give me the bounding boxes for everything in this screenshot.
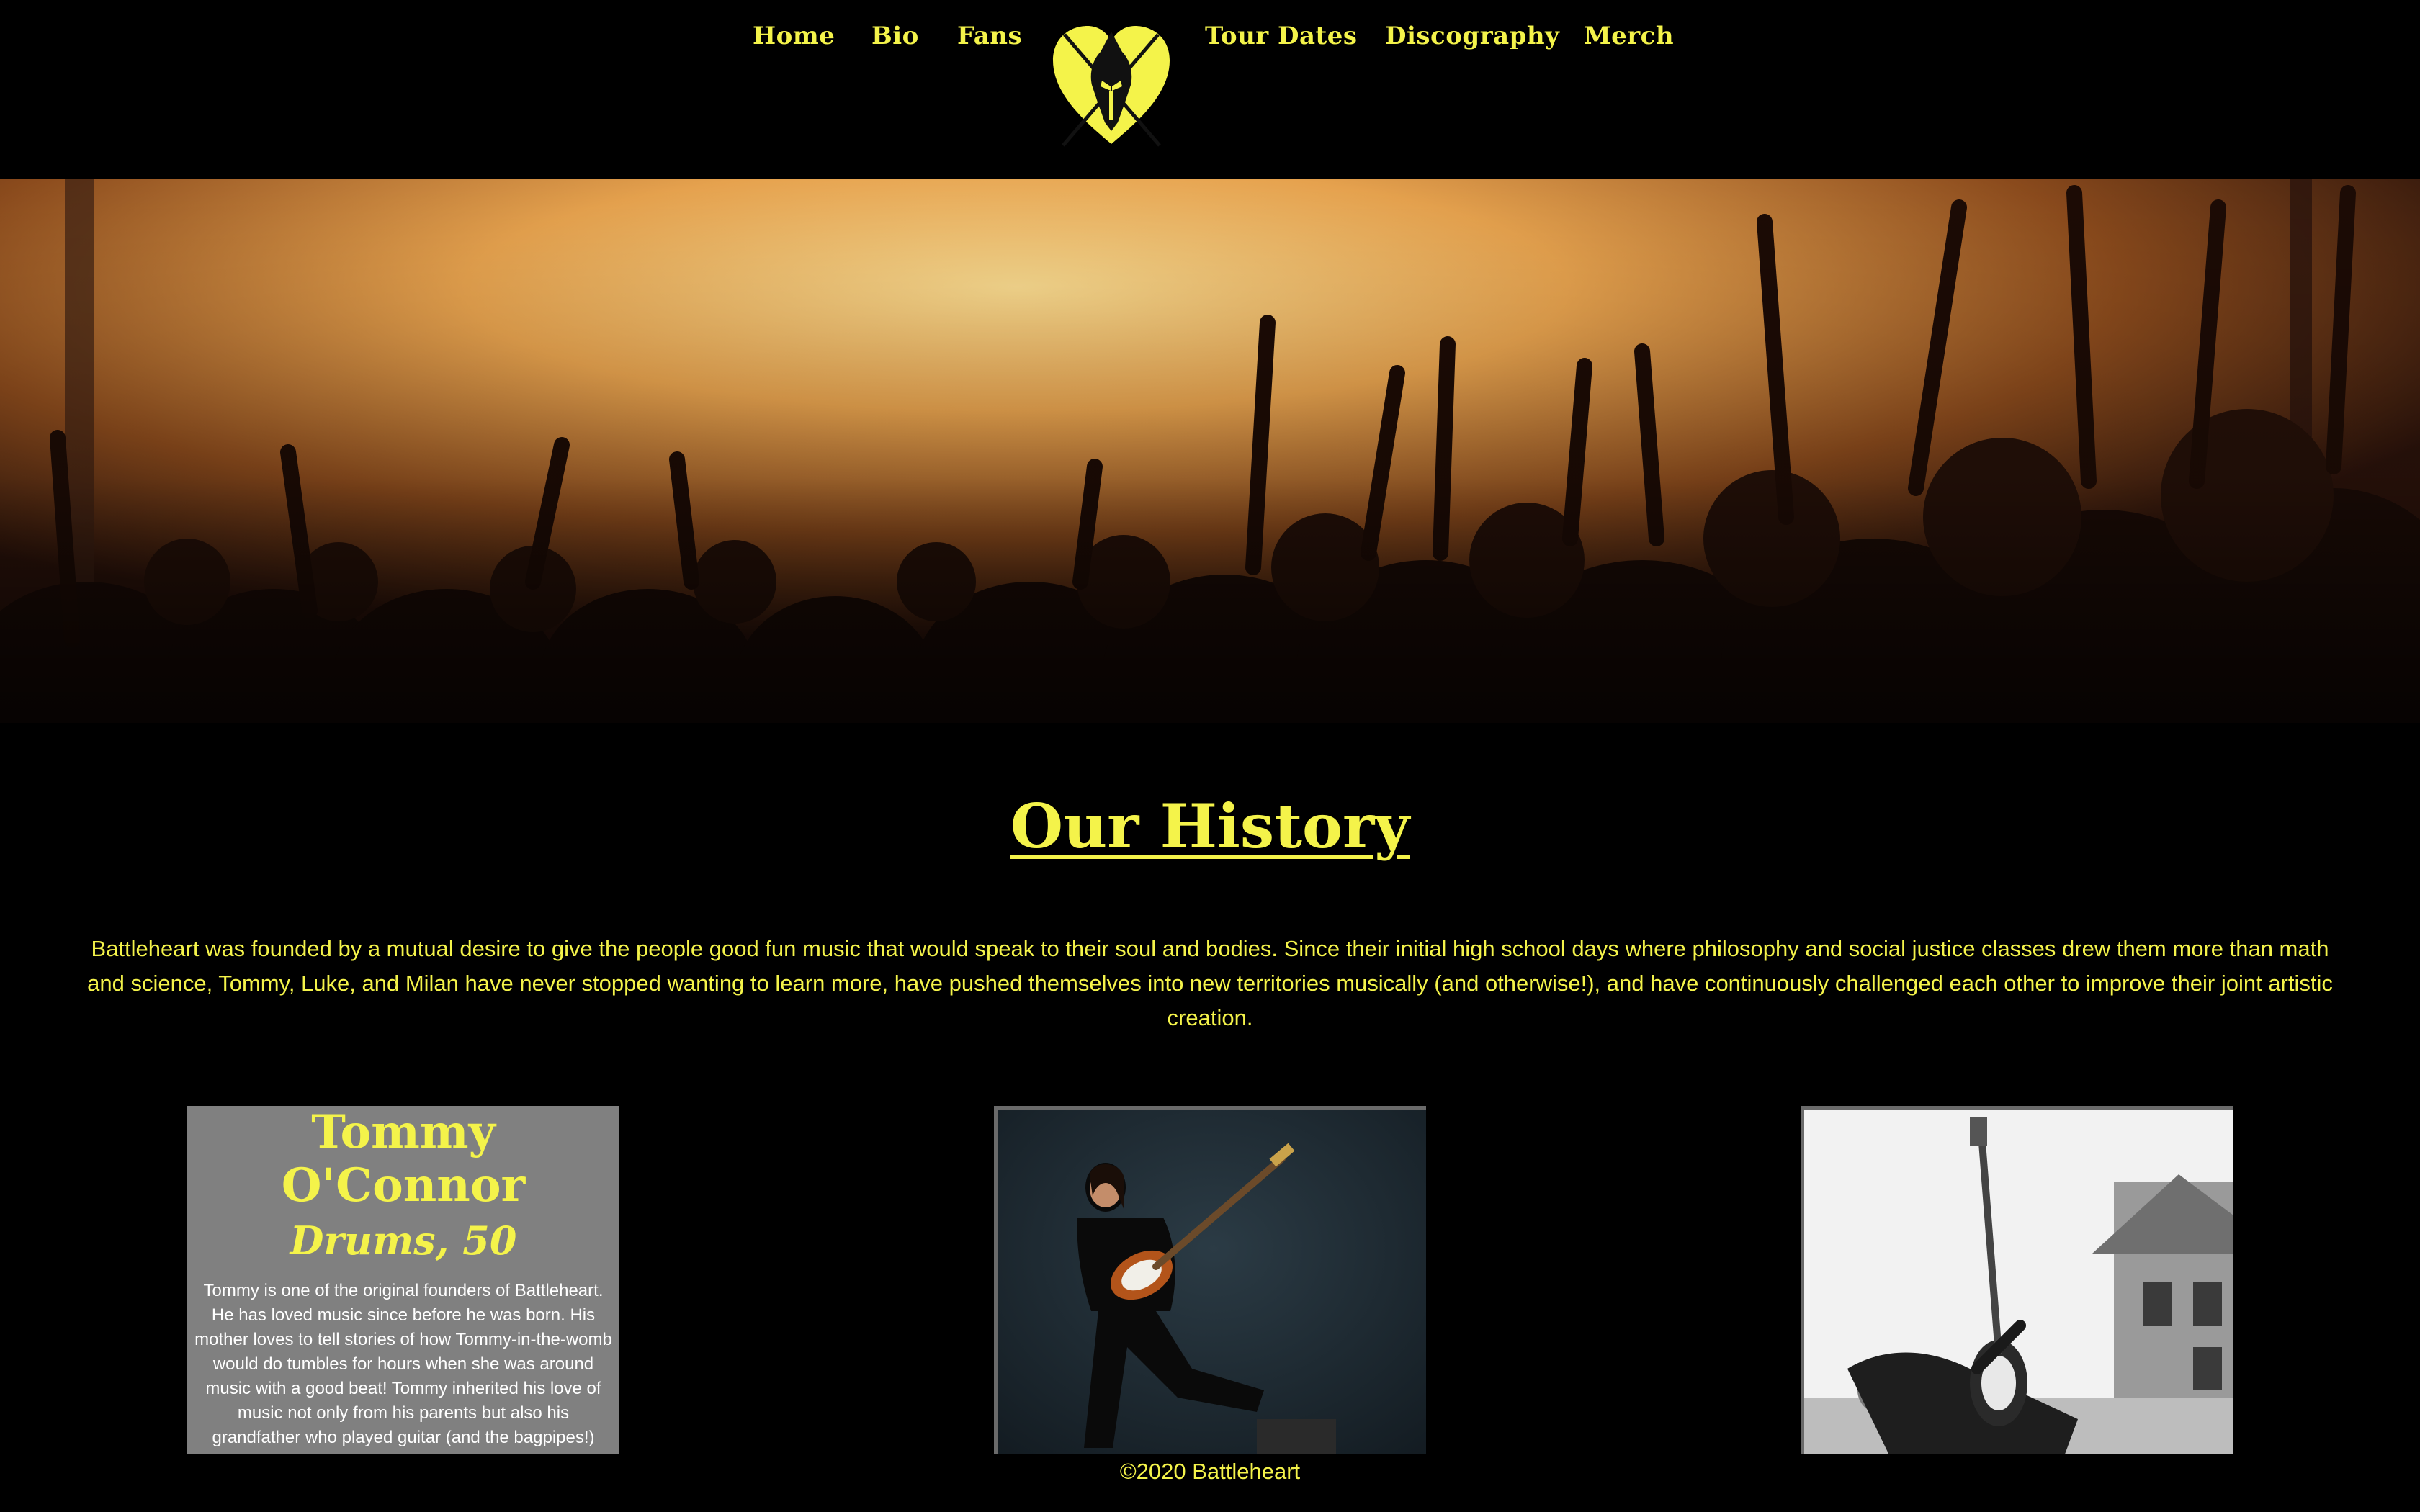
nav-link-discography[interactable]: Discography — [1385, 22, 1559, 50]
nav-link-fans[interactable]: Fans — [957, 22, 1022, 50]
hero-concert-image — [0, 179, 2420, 723]
nav-link-home[interactable]: Home — [753, 22, 835, 50]
member-bio: Tommy is one of the original founders of… — [194, 1281, 612, 1447]
main-nav: Home Bio Fans Tour Dates Discography Mer… — [0, 0, 2420, 179]
nav-link-bio[interactable]: Bio — [871, 22, 919, 50]
page: Home Bio Fans Tour Dates Discography Mer… — [0, 0, 2420, 1512]
member-role: Drums, 50 — [290, 1218, 517, 1264]
member-photo-guitar-player-bw — [1801, 1106, 2233, 1454]
nav-link-tour-dates[interactable]: Tour Dates — [1205, 22, 1358, 50]
member-card-tommy: Tommy O'Connor Drums, 50 Tommy is one of… — [187, 1106, 619, 1454]
footer-copyright: ©2020 Battleheart — [1119, 1459, 1301, 1484]
history-paragraph: Battleheart was founded by a mutual desi… — [87, 936, 2333, 1030]
heart-helmet-logo-icon[interactable] — [1044, 16, 1178, 150]
member-name: Tommy O'Connor — [281, 1106, 526, 1212]
page-title: Our History — [1010, 791, 1410, 862]
nav-link-merch[interactable]: Merch — [1584, 22, 1674, 50]
member-photo-guitarist — [994, 1106, 1426, 1454]
